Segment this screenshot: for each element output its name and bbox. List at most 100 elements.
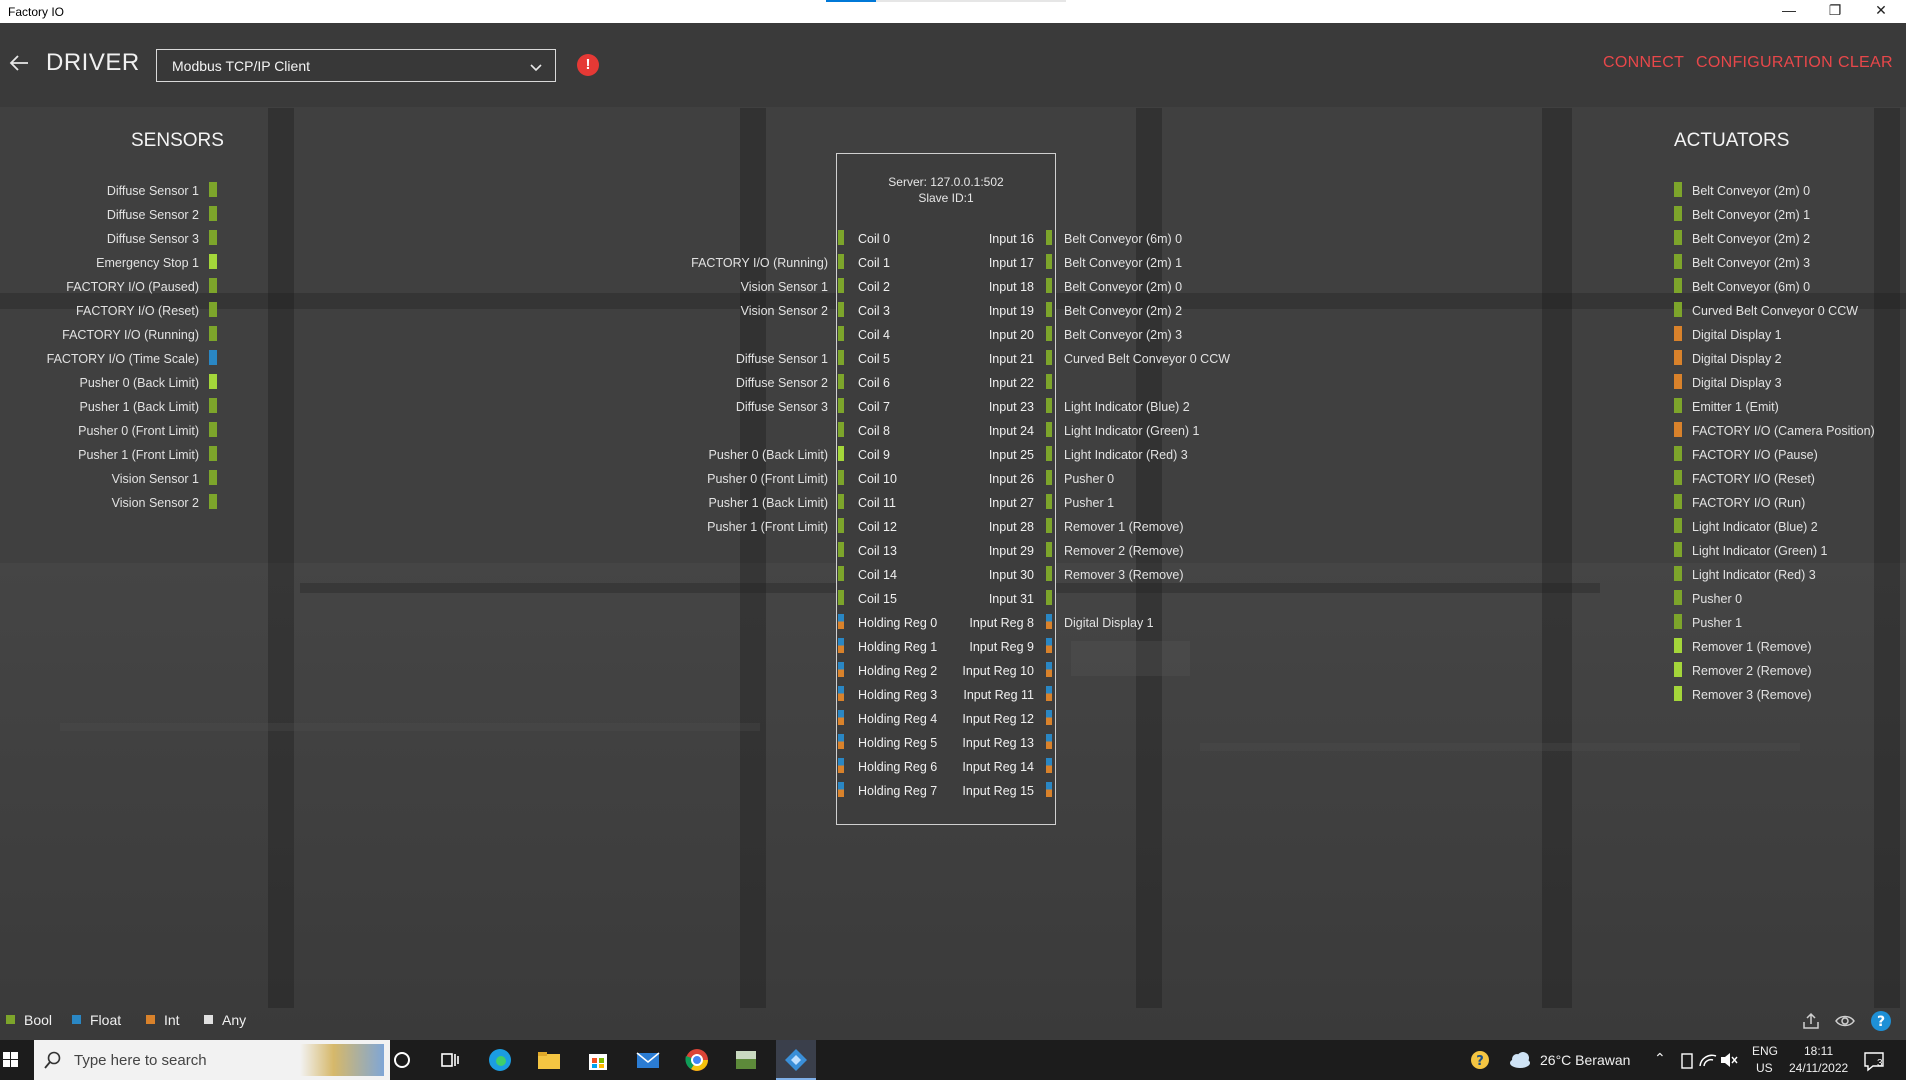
input-pin-indicator[interactable] bbox=[1046, 734, 1052, 749]
mapped-actuator-tag[interactable]: Light Indicator (Red) 3 bbox=[1064, 448, 1188, 468]
battery-icon[interactable] bbox=[1676, 1046, 1698, 1074]
input-pin-indicator[interactable] bbox=[1046, 254, 1052, 269]
mapped-actuator-tag[interactable]: Belt Conveyor (2m) 1 bbox=[1064, 256, 1182, 276]
actuator-indicator[interactable] bbox=[1674, 350, 1682, 365]
export-icon[interactable] bbox=[1800, 1010, 1822, 1032]
windows-start-icon[interactable] bbox=[0, 1040, 34, 1080]
actuator-item[interactable]: FACTORY I/O (Camera Position) bbox=[1692, 424, 1875, 444]
input-pin-indicator[interactable] bbox=[1046, 686, 1052, 701]
coil-pin-indicator[interactable] bbox=[838, 662, 844, 677]
cortana-icon[interactable] bbox=[388, 1046, 416, 1074]
mail-icon[interactable] bbox=[634, 1046, 662, 1074]
actuator-indicator[interactable] bbox=[1674, 590, 1682, 605]
coil-pin-indicator[interactable] bbox=[838, 710, 844, 725]
sensor-indicator[interactable] bbox=[209, 230, 217, 245]
mapped-sensor-tag[interactable]: Pusher 0 (Front Limit) bbox=[707, 472, 828, 492]
mapped-sensor-tag[interactable]: Pusher 1 (Back Limit) bbox=[709, 496, 828, 516]
sensor-indicator[interactable] bbox=[209, 326, 217, 341]
minimize-button[interactable]: — bbox=[1766, 0, 1812, 23]
coil-pin-indicator[interactable] bbox=[838, 374, 844, 389]
actuator-item[interactable]: FACTORY I/O (Pause) bbox=[1692, 448, 1818, 468]
actuator-item[interactable]: Light Indicator (Blue) 2 bbox=[1692, 520, 1818, 540]
actuator-indicator[interactable] bbox=[1674, 566, 1682, 581]
mapped-actuator-tag[interactable]: Light Indicator (Green) 1 bbox=[1064, 424, 1200, 444]
actuator-indicator[interactable] bbox=[1674, 470, 1682, 485]
input-pin-indicator[interactable] bbox=[1046, 710, 1052, 725]
sensor-item[interactable]: Vision Sensor 1 bbox=[112, 472, 199, 492]
region-indicator[interactable]: US bbox=[1756, 1061, 1773, 1075]
sensor-indicator[interactable] bbox=[209, 254, 217, 269]
sensor-indicator[interactable] bbox=[209, 182, 217, 197]
coil-pin-indicator[interactable] bbox=[838, 782, 844, 797]
connect-button[interactable]: CONNECT bbox=[1603, 54, 1684, 72]
actuator-item[interactable]: Remover 2 (Remove) bbox=[1692, 664, 1811, 684]
sensor-item[interactable]: Pusher 0 (Front Limit) bbox=[78, 424, 199, 444]
configuration-button[interactable]: CONFIGURATION bbox=[1696, 54, 1833, 72]
actuator-item[interactable]: Belt Conveyor (6m) 0 bbox=[1692, 280, 1810, 300]
language-indicator[interactable]: ENG bbox=[1752, 1044, 1778, 1058]
mapped-actuator-tag[interactable]: Pusher 1 bbox=[1064, 496, 1114, 516]
sensor-item[interactable]: Pusher 1 (Front Limit) bbox=[78, 448, 199, 468]
mapped-sensor-tag[interactable]: Pusher 1 (Front Limit) bbox=[707, 520, 828, 540]
actuator-item[interactable]: Light Indicator (Green) 1 bbox=[1692, 544, 1828, 564]
sensor-item[interactable]: Diffuse Sensor 2 bbox=[107, 208, 199, 228]
mapped-sensor-tag[interactable]: Diffuse Sensor 1 bbox=[736, 352, 828, 372]
sensor-item[interactable]: FACTORY I/O (Time Scale) bbox=[47, 352, 199, 372]
actuator-indicator[interactable] bbox=[1674, 422, 1682, 437]
mapped-sensor-tag[interactable]: Vision Sensor 2 bbox=[741, 304, 828, 324]
eye-icon[interactable] bbox=[1834, 1010, 1856, 1032]
actuator-indicator[interactable] bbox=[1674, 686, 1682, 701]
sensor-indicator[interactable] bbox=[209, 470, 217, 485]
sensor-item[interactable]: FACTORY I/O (Running) bbox=[62, 328, 199, 348]
sensor-item[interactable]: Pusher 0 (Back Limit) bbox=[80, 376, 199, 396]
image-app-icon[interactable] bbox=[732, 1046, 760, 1074]
coil-pin-indicator[interactable] bbox=[838, 302, 844, 317]
sensor-item[interactable]: Emergency Stop 1 bbox=[96, 256, 199, 276]
coil-pin-indicator[interactable] bbox=[838, 638, 844, 653]
actuator-indicator[interactable] bbox=[1674, 182, 1682, 197]
actuator-item[interactable]: Light Indicator (Red) 3 bbox=[1692, 568, 1816, 588]
input-pin-indicator[interactable] bbox=[1046, 350, 1052, 365]
task-view-icon[interactable] bbox=[436, 1046, 464, 1074]
actuator-indicator[interactable] bbox=[1674, 446, 1682, 461]
actuator-indicator[interactable] bbox=[1674, 662, 1682, 677]
mapped-actuator-tag[interactable]: Belt Conveyor (2m) 0 bbox=[1064, 280, 1182, 300]
actuator-indicator[interactable] bbox=[1674, 542, 1682, 557]
mapped-actuator-tag[interactable]: Light Indicator (Blue) 2 bbox=[1064, 400, 1190, 420]
coil-pin-indicator[interactable] bbox=[838, 734, 844, 749]
sensor-indicator[interactable] bbox=[209, 494, 217, 509]
mapped-actuator-tag[interactable]: Remover 1 (Remove) bbox=[1064, 520, 1183, 540]
sensor-item[interactable]: FACTORY I/O (Paused) bbox=[66, 280, 199, 300]
coil-pin-indicator[interactable] bbox=[838, 494, 844, 509]
sensor-indicator[interactable] bbox=[209, 278, 217, 293]
coil-pin-indicator[interactable] bbox=[838, 590, 844, 605]
chrome-icon[interactable] bbox=[683, 1046, 711, 1074]
input-pin-indicator[interactable] bbox=[1046, 566, 1052, 581]
store-icon[interactable] bbox=[584, 1046, 612, 1074]
factory-io-taskbar-button[interactable] bbox=[776, 1040, 816, 1080]
clock-time[interactable]: 18:11 bbox=[1804, 1044, 1833, 1058]
coil-pin-indicator[interactable] bbox=[838, 350, 844, 365]
actuator-item[interactable]: Digital Display 2 bbox=[1692, 352, 1782, 372]
coil-pin-indicator[interactable] bbox=[838, 422, 844, 437]
actuator-indicator[interactable] bbox=[1674, 230, 1682, 245]
clear-button[interactable]: CLEAR bbox=[1838, 54, 1893, 72]
actuator-item[interactable]: FACTORY I/O (Run) bbox=[1692, 496, 1805, 516]
input-pin-indicator[interactable] bbox=[1046, 638, 1052, 653]
close-button[interactable]: ✕ bbox=[1858, 0, 1904, 23]
actuator-item[interactable]: Pusher 0 bbox=[1692, 592, 1742, 612]
actuator-item[interactable]: Pusher 1 bbox=[1692, 616, 1742, 636]
sensor-item[interactable]: Diffuse Sensor 1 bbox=[107, 184, 199, 204]
input-pin-indicator[interactable] bbox=[1046, 398, 1052, 413]
mapped-actuator-tag[interactable]: Pusher 0 bbox=[1064, 472, 1114, 492]
back-arrow-icon[interactable] bbox=[8, 52, 30, 74]
actuator-indicator[interactable] bbox=[1674, 614, 1682, 629]
input-pin-indicator[interactable] bbox=[1046, 494, 1052, 509]
mapped-sensor-tag[interactable]: FACTORY I/O (Running) bbox=[691, 256, 828, 276]
coil-pin-indicator[interactable] bbox=[838, 278, 844, 293]
actuator-item[interactable]: Remover 1 (Remove) bbox=[1692, 640, 1811, 660]
volume-muted-icon[interactable] bbox=[1718, 1046, 1740, 1074]
input-pin-indicator[interactable] bbox=[1046, 326, 1052, 341]
sensor-indicator[interactable] bbox=[209, 398, 217, 413]
actuator-item[interactable]: Remover 3 (Remove) bbox=[1692, 688, 1811, 708]
